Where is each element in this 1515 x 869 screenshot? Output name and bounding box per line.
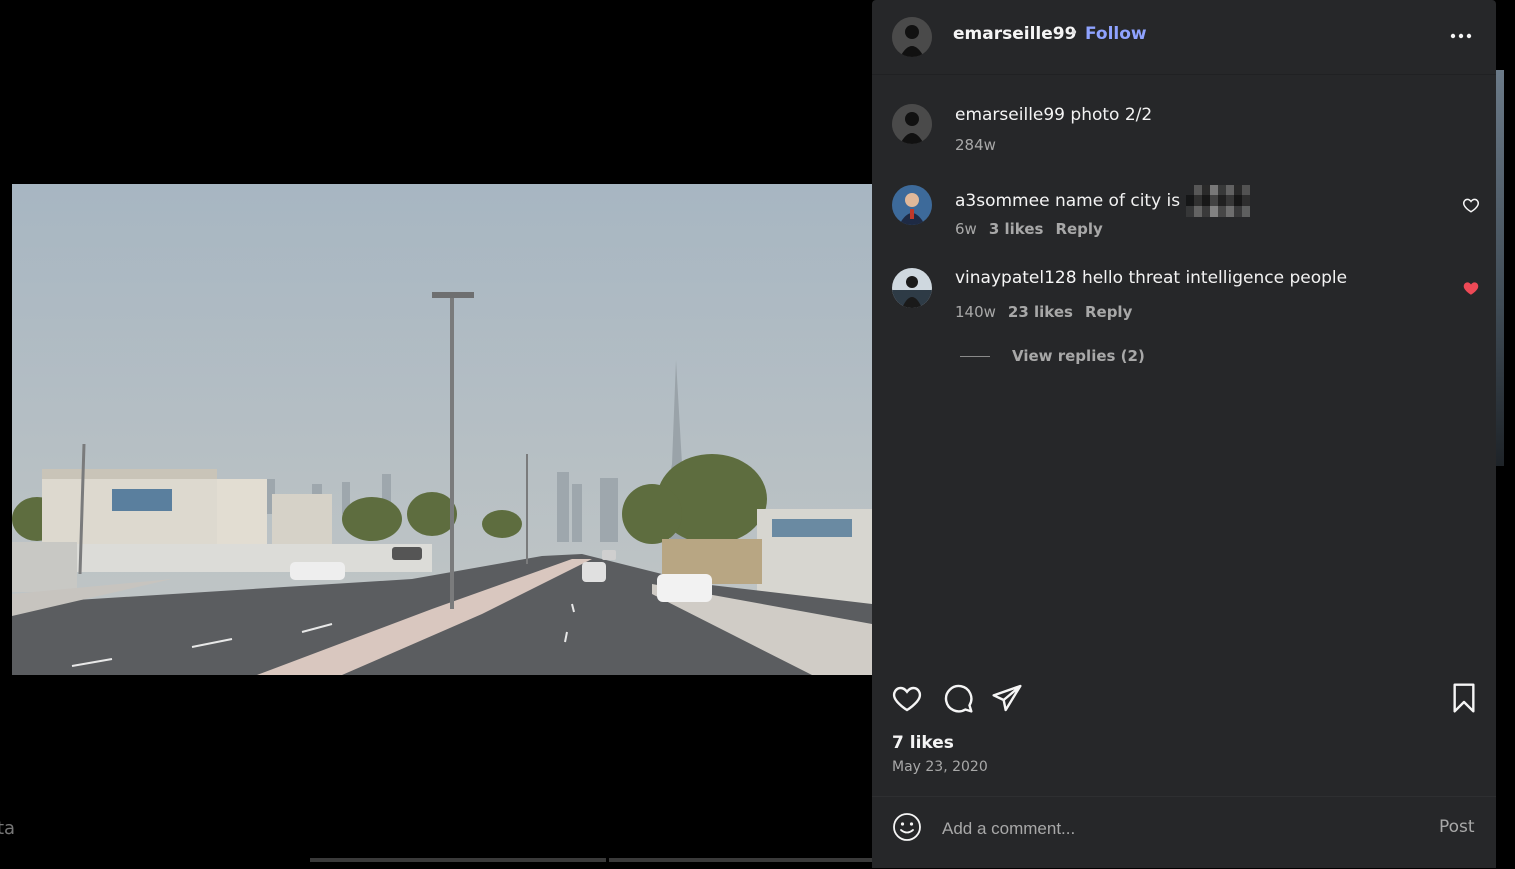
comment-meta: 6w 3 likes Reply <box>955 220 1103 238</box>
emoji-icon[interactable] <box>892 812 922 842</box>
reply-button[interactable]: Reply <box>1085 303 1132 321</box>
comment-username[interactable]: vinaypatel128 <box>955 268 1077 288</box>
caption-avatar[interactable] <box>892 104 932 144</box>
comment-likes[interactable]: 23 likes <box>1008 303 1073 321</box>
avatar-image <box>892 17 932 57</box>
post-photo[interactable] <box>12 184 872 675</box>
redacted-text <box>1185 185 1250 217</box>
comment-line: a3sommee name of city is <box>955 185 1250 217</box>
comment-line: vinaypatel128 hello threat intelligence … <box>955 268 1347 288</box>
heart-filled-icon[interactable] <box>1462 279 1480 297</box>
separator-dot: • <box>1070 25 1079 41</box>
share-icon[interactable] <box>991 682 1023 714</box>
comment-icon[interactable] <box>942 682 974 714</box>
post-header: emarseille99 • Follow <box>872 0 1496 75</box>
caption-line: emarseille99 photo 2/2 <box>955 105 1152 125</box>
likes-count[interactable]: 7 likes <box>892 733 954 753</box>
author-username[interactable]: emarseille99 <box>953 24 1076 44</box>
background-scrollbar <box>310 858 606 862</box>
caption-username[interactable]: emarseille99 <box>955 105 1065 125</box>
comment-likes[interactable]: 3 likes <box>989 220 1044 238</box>
avatar-image <box>892 104 932 144</box>
comment-text: hello threat intelligence people <box>1081 268 1348 288</box>
commenter-avatar[interactable] <box>892 268 932 308</box>
comment-username[interactable]: a3sommee <box>955 191 1050 211</box>
comment-bar: Post <box>872 796 1496 869</box>
bookmark-icon[interactable] <box>1448 682 1480 714</box>
comment-time: 6w <box>955 220 977 238</box>
avatar-image <box>892 268 932 308</box>
post-panel: emarseille99 • Follow emarseille99 photo… <box>872 0 1496 868</box>
follow-button[interactable]: Follow <box>1085 24 1147 44</box>
comment-text: name of city is <box>1054 191 1181 211</box>
post-comment-button[interactable]: Post <box>1439 817 1475 837</box>
heart-outline-icon[interactable] <box>1462 196 1480 214</box>
street-view-image <box>12 184 872 675</box>
comment-input[interactable] <box>940 815 1414 843</box>
post-date: May 23, 2020 <box>892 759 988 775</box>
heart-icon[interactable] <box>891 682 923 714</box>
commenter-avatar[interactable] <box>892 185 932 225</box>
background-scrollbar <box>609 858 905 862</box>
more-horizontal-icon[interactable] <box>1448 22 1474 48</box>
caption-time: 284w <box>955 136 996 154</box>
comment-meta: 140w 23 likes Reply <box>955 303 1132 321</box>
caption-text: photo 2/2 <box>1070 105 1153 125</box>
avatar-image <box>892 185 932 225</box>
view-replies-button[interactable]: View replies (2) <box>960 347 1145 365</box>
comment-time: 140w <box>955 303 996 321</box>
author-avatar[interactable] <box>892 17 932 57</box>
reply-button[interactable]: Reply <box>1055 220 1102 238</box>
action-bar <box>872 676 1496 720</box>
background-text-fragment: ta <box>0 818 16 839</box>
